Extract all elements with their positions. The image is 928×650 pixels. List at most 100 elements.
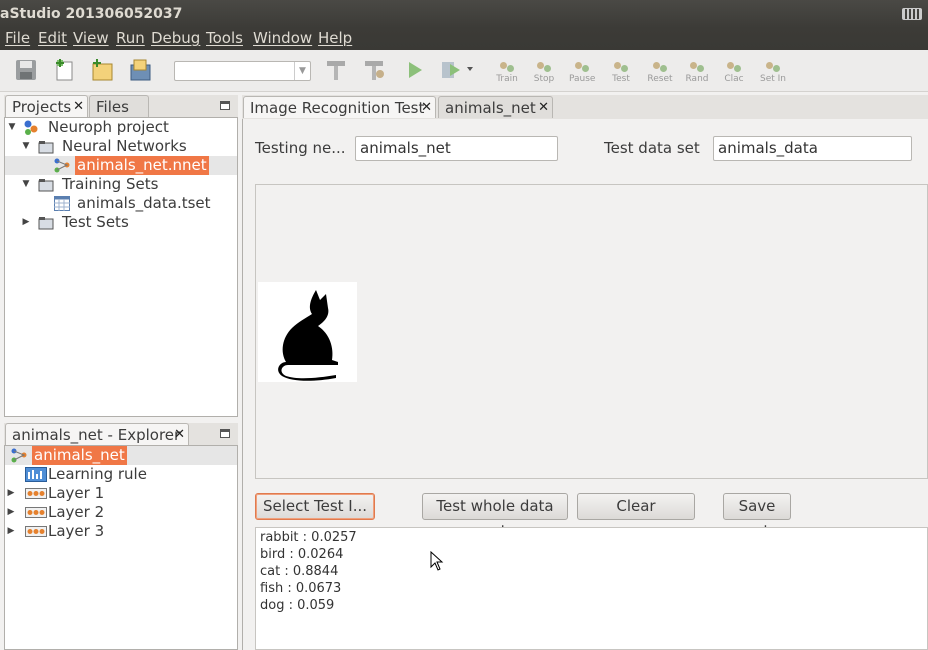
tree-training-sets[interactable]: ▼ Training Sets [5,175,237,194]
pause-button[interactable]: Pause [569,60,595,84]
learning-rule-icon [25,467,47,482]
result-line: rabbit : 0.0257 [260,530,357,545]
pause-label: Pause [569,74,596,84]
clac-button[interactable]: Clac [721,60,747,84]
clean-build-icon[interactable] [362,58,388,84]
test-button[interactable]: Test [608,60,634,84]
projects-panel: ▼ Neuroph project ▼ Neural Networks anim… [4,117,238,417]
test-whole-data-set-button[interactable]: Test whole data set [422,493,568,540]
save-all-icon[interactable] [14,58,40,84]
tab-animals-net-label: animals_net [445,99,536,117]
clear-button[interactable]: Clear [577,493,695,520]
stop-button[interactable]: Stop [531,60,557,84]
tree-project[interactable]: ▼ Neuroph project [5,118,237,137]
chevron-down-icon[interactable]: ▼ [21,137,31,156]
new-file-icon[interactable] [53,58,79,84]
select-test-image-button[interactable]: Select Test I... [255,493,375,520]
close-icon[interactable]: ✕ [538,97,549,119]
open-project-icon[interactable] [128,58,154,84]
result-line: bird : 0.0264 [260,547,344,562]
menu-edit[interactable]: Edit [38,29,67,47]
chevron-down-icon[interactable]: ▼ [7,118,17,137]
testing-network-label: Testing ne... [255,139,346,157]
menu-view[interactable]: View [73,29,109,47]
network-icon [54,158,70,173]
folder-icon [38,217,54,230]
explorer-panel: animals_net Learning rule ▶ Layer 1 ▶ La… [4,445,238,650]
test-image [258,282,357,382]
rand-button[interactable]: Rand [684,60,710,84]
set-in-label: Set In [760,74,786,84]
result-line: cat : 0.8844 [260,564,339,579]
test-label: Test [612,74,630,84]
test-data-set-label: Test data set [604,139,700,157]
tab-explorer-label: animals_net - Explorer [12,426,181,444]
tab-files[interactable]: Files [89,95,149,117]
result-line: dog : 0.059 [260,598,335,613]
folder-icon [38,179,54,192]
result-line: fish : 0.0673 [260,581,342,596]
network-icon [11,448,27,463]
tab-animals-net[interactable]: animals_net ✕ [438,96,553,118]
menu-run[interactable]: Run [116,29,145,47]
chevron-right-icon[interactable]: ▶ [21,213,31,232]
menu-window[interactable]: Window [253,29,312,47]
toolbar: ▼ Train Stop Pause Test Reset Rand Clac … [0,50,928,92]
window-titlebar: aStudio 201306052037 [0,0,928,28]
new-project-icon[interactable] [90,58,116,84]
close-icon[interactable]: ✕ [73,96,84,118]
menu-help[interactable]: Help [318,29,352,47]
table-icon [54,196,70,211]
minimize-icon[interactable] [220,429,230,438]
chevron-right-icon[interactable]: ▶ [6,522,16,541]
chevron-down-icon[interactable]: ▼ [21,175,31,194]
layer-icon [25,526,47,537]
keyboard-icon[interactable] [902,8,922,20]
cat-silhouette-icon [278,290,338,381]
tab-files-label: Files [96,98,129,116]
tree-network-file[interactable]: animals_net.nnet [5,156,237,175]
set-in-button[interactable]: Set In [760,60,786,84]
explorer-root[interactable]: animals_net [5,446,237,465]
menu-debug[interactable]: Debug [151,29,200,47]
chevron-down-icon[interactable]: ▼ [294,62,310,80]
explorer-layer-2[interactable]: ▶ Layer 2 [5,503,237,522]
explorer-layer-3[interactable]: ▶ Layer 3 [5,522,237,541]
neural-networks-label: Neural Networks [62,137,187,155]
folder-icon [38,141,54,154]
tab-explorer[interactable]: animals_net - Explorer ✕ [5,423,189,445]
explorer-layer-1[interactable]: ▶ Layer 1 [5,484,237,503]
test-data-set-field[interactable]: animals_data [713,136,912,161]
menu-file[interactable]: File [5,29,30,47]
close-icon[interactable]: ✕ [421,97,432,119]
explorer-root-label: animals_net [32,446,127,465]
results-output[interactable]: rabbit : 0.0257 bird : 0.0264 cat : 0.88… [255,527,928,650]
run-icon[interactable] [403,58,429,84]
minimize-icon[interactable] [220,101,230,110]
tree-test-sets[interactable]: ▶ Test Sets [5,213,237,232]
menu-tools[interactable]: Tools [206,29,243,47]
layer-2-label: Layer 2 [48,503,105,521]
reset-button[interactable]: Reset [647,60,673,84]
reset-label: Reset [647,74,673,84]
training-sets-label: Training Sets [62,175,159,193]
chevron-right-icon[interactable]: ▶ [6,484,16,503]
train-button[interactable]: Train [494,60,520,84]
tab-projects[interactable]: Projects ✕ [5,95,88,117]
build-hammer-icon[interactable] [324,58,350,84]
tab-image-recognition-label: Image Recognition Test [250,99,425,117]
neuroph-project-icon [24,120,38,135]
layer-1-label: Layer 1 [48,484,105,502]
configuration-combo[interactable]: ▼ [174,61,311,81]
explorer-learning-rule[interactable]: Learning rule [5,465,237,484]
tab-image-recognition-test[interactable]: Image Recognition Test ✕ [243,96,436,118]
tree-data-file[interactable]: animals_data.tset [5,194,237,213]
clac-label: Clac [724,74,744,84]
testing-network-field[interactable]: animals_net [355,136,558,161]
tree-neural-networks[interactable]: ▼ Neural Networks [5,137,237,156]
debug-icon[interactable] [440,58,473,84]
save-net-button[interactable]: Save net [723,493,791,540]
close-icon[interactable]: ✕ [174,424,185,446]
chevron-right-icon[interactable]: ▶ [6,503,16,522]
train-label: Train [496,74,518,84]
